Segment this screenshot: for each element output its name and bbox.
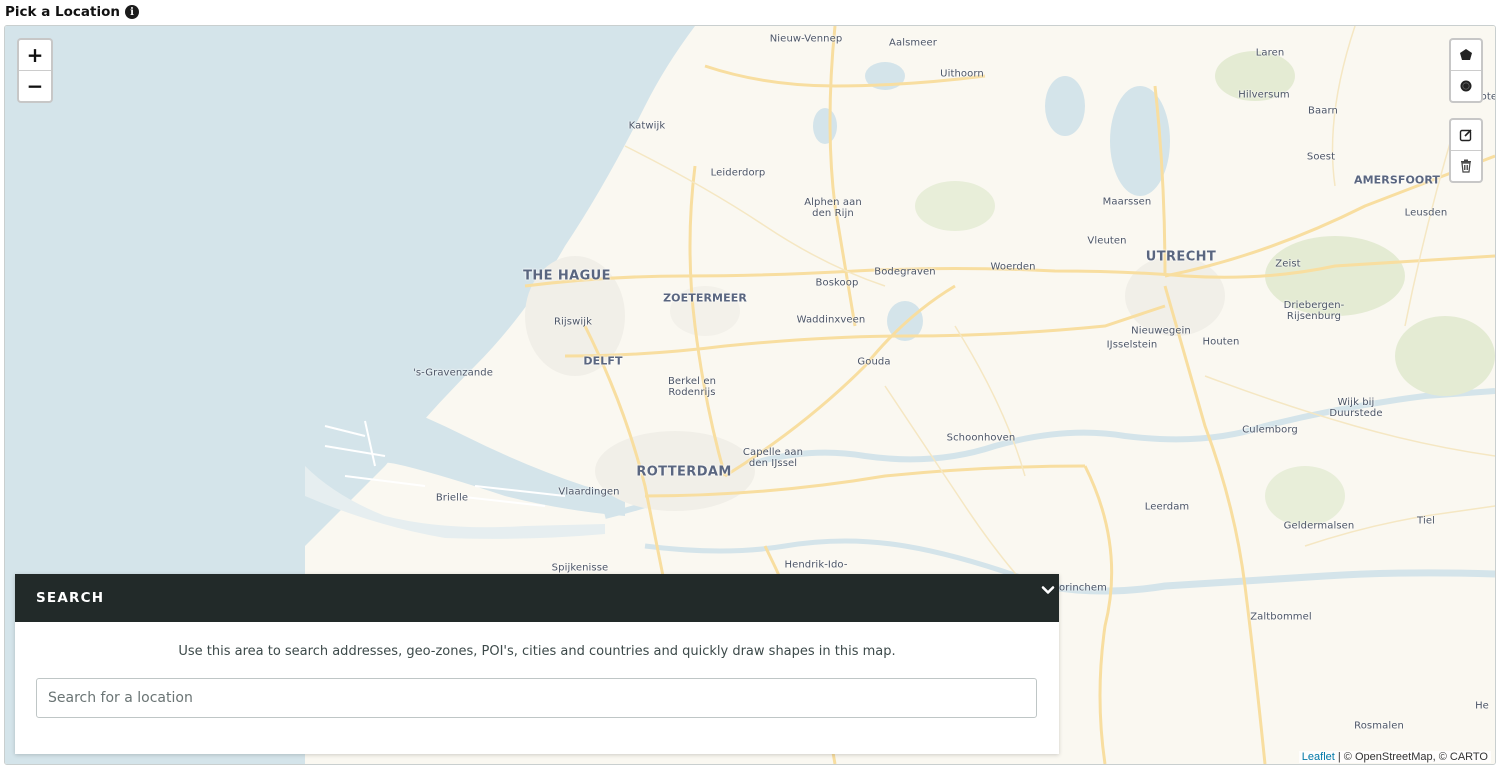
map-label: Leusden bbox=[1404, 207, 1448, 219]
search-panel-title: SEARCH bbox=[36, 590, 105, 606]
zoom-in-button[interactable]: + bbox=[19, 40, 51, 70]
map-label: Aalsmeer bbox=[889, 37, 937, 49]
map-label: ROTTERDAM bbox=[636, 464, 732, 480]
page-title: Pick a Location bbox=[5, 4, 120, 20]
edit-layers-button[interactable] bbox=[1451, 120, 1481, 150]
map-label: Nieuw-Vennep bbox=[769, 33, 843, 45]
search-panel: SEARCH Use this area to search addresses… bbox=[15, 574, 1059, 754]
map-label: 's-Gravenzande bbox=[413, 367, 493, 379]
map-label: AMERSFOORT bbox=[1353, 173, 1441, 187]
map-label: Woerden bbox=[990, 261, 1036, 273]
info-icon[interactable]: i bbox=[124, 5, 139, 19]
map-label: Rijswijk bbox=[553, 316, 593, 328]
map-label: Bodegraven bbox=[874, 266, 936, 278]
draw-polygon-button[interactable] bbox=[1451, 40, 1481, 70]
map-container[interactable]: Nieuw-Vennep Aalsmeer Laren Uithoorn Hil… bbox=[4, 25, 1496, 765]
map-label: DELFT bbox=[583, 354, 623, 368]
map-label: He bbox=[1475, 700, 1489, 712]
map-label: Maarssen bbox=[1102, 196, 1152, 208]
map-label: Spijkenisse bbox=[551, 562, 609, 574]
map-label: Schoonhoven bbox=[946, 432, 1016, 444]
zoom-out-button[interactable]: − bbox=[19, 70, 51, 101]
map-label: Tiel bbox=[1417, 515, 1435, 527]
map-label: Zeist bbox=[1275, 258, 1301, 270]
map-label: Vleuten bbox=[1087, 235, 1127, 247]
map-label: Hilversum bbox=[1238, 89, 1290, 101]
map-label: Gouda bbox=[857, 356, 891, 368]
map-label: Nieuwegein bbox=[1131, 325, 1191, 337]
map-label: Hendrik-Ido- bbox=[784, 559, 848, 571]
map-label: Katwijk bbox=[628, 120, 666, 132]
draw-circle-button[interactable] bbox=[1451, 70, 1481, 101]
map-label: ZOETERMEER bbox=[663, 291, 747, 305]
zoom-control: + − bbox=[17, 38, 53, 103]
map-label: Boskoop bbox=[815, 277, 859, 289]
map-label: Houten bbox=[1202, 336, 1240, 348]
map-label: Wijk bij Duurstede bbox=[1329, 397, 1383, 419]
search-input[interactable] bbox=[36, 678, 1037, 718]
leaflet-link[interactable]: Leaflet bbox=[1302, 751, 1335, 763]
map-label: Leerdam bbox=[1144, 501, 1190, 513]
map-label: Driebergen- Rijsenburg bbox=[1283, 300, 1345, 322]
edit-icon bbox=[1459, 129, 1472, 142]
map-label: Capelle aan den IJssel bbox=[742, 447, 804, 469]
map-label: Berkel en Rodenrijs bbox=[667, 376, 717, 398]
map-attribution: Leaflet | © OpenStreetMap, © CARTO bbox=[1298, 751, 1491, 763]
attribution-text: | © OpenStreetMap, © CARTO bbox=[1334, 751, 1488, 763]
edit-toolbar bbox=[1449, 118, 1483, 183]
search-panel-header[interactable]: SEARCH bbox=[15, 574, 1059, 622]
map-label: Leiderdorp bbox=[710, 167, 766, 179]
map-label: Vlaardingen bbox=[558, 486, 620, 498]
map-label: Culemborg bbox=[1242, 424, 1298, 436]
search-description: Use this area to search addresses, geo-z… bbox=[178, 644, 896, 659]
map-label: Geldermalsen bbox=[1283, 520, 1355, 532]
map-label: Soest bbox=[1306, 151, 1336, 163]
map-label: Rosmalen bbox=[1354, 720, 1404, 732]
map-label: Waddinxveen bbox=[796, 314, 866, 326]
map-label: THE HAGUE bbox=[523, 268, 611, 284]
map-label: orinchem bbox=[1059, 582, 1107, 594]
map-label: Laren bbox=[1255, 47, 1285, 59]
draw-toolbar bbox=[1449, 38, 1483, 103]
polygon-icon bbox=[1460, 49, 1472, 60]
map-label: Zaltbommel bbox=[1250, 611, 1312, 623]
delete-layers-button[interactable] bbox=[1451, 150, 1481, 181]
page-header: Pick a Location i bbox=[5, 3, 139, 21]
map-label: Baarn bbox=[1308, 105, 1338, 117]
map-label: UTRECHT bbox=[1145, 249, 1217, 265]
map-label: IJsselstein bbox=[1106, 339, 1158, 351]
map-label: Brielle bbox=[435, 492, 469, 504]
trash-icon bbox=[1461, 159, 1471, 173]
map-label: Uithoorn bbox=[940, 68, 984, 80]
chevron-down-icon[interactable] bbox=[1041, 583, 1055, 597]
map-label: Alphen aan den Rijn bbox=[804, 197, 862, 219]
circle-icon bbox=[1460, 80, 1472, 92]
